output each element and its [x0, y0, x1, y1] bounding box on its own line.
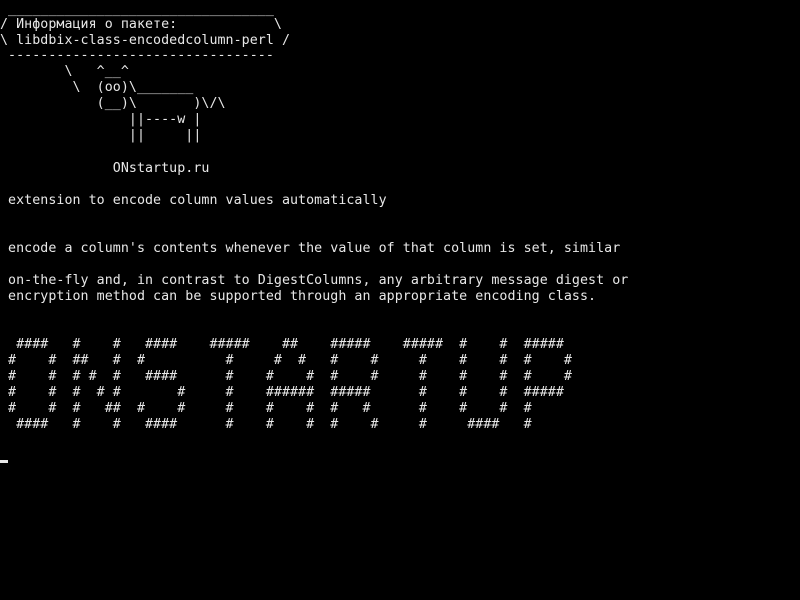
- text-cursor: [0, 460, 8, 463]
- banner-line: #### # # #### # # # # # # #### #: [0, 417, 532, 432]
- description-line: encode a column's contents whenever the …: [0, 241, 621, 256]
- description-line: on-the-fly and, in contrast to DigestCol…: [0, 273, 629, 288]
- banner-line: #### # # #### ##### ## ##### ##### # # #…: [0, 337, 564, 352]
- cowsay-line: \ (oo)\_______: [0, 80, 194, 95]
- cowsay-line: / Информация о пакете: \: [0, 17, 282, 32]
- banner-line: # # # ## # # # # # # # # # # #: [0, 401, 532, 416]
- description-line: encryption method can be supported throu…: [0, 289, 597, 304]
- cowsay-line: || ||: [0, 128, 202, 143]
- terminal-screen[interactable]: _________________________________ / Инфо…: [0, 0, 800, 600]
- site-signature: ONstartup.ru: [0, 161, 210, 176]
- cowsay-line: _________________________________: [0, 2, 274, 17]
- banner-line: # # # # # # # ###### ##### # # # #####: [0, 385, 564, 400]
- cowsay-line: (__)\ )\/\: [0, 96, 226, 111]
- banner-line: # # # # # #### # # # # # # # # # #: [0, 369, 572, 384]
- cowsay-line: \ libdbix-class-encodedcolumn-perl /: [0, 33, 290, 48]
- cowsay-line: ---------------------------------: [0, 48, 274, 63]
- cowsay-line: \ ^__^: [0, 64, 129, 79]
- package-summary: extension to encode column values automa…: [0, 193, 387, 208]
- banner-line: # # ## # # # # # # # # # # # #: [0, 353, 572, 368]
- cowsay-line: ||----w |: [0, 112, 202, 127]
